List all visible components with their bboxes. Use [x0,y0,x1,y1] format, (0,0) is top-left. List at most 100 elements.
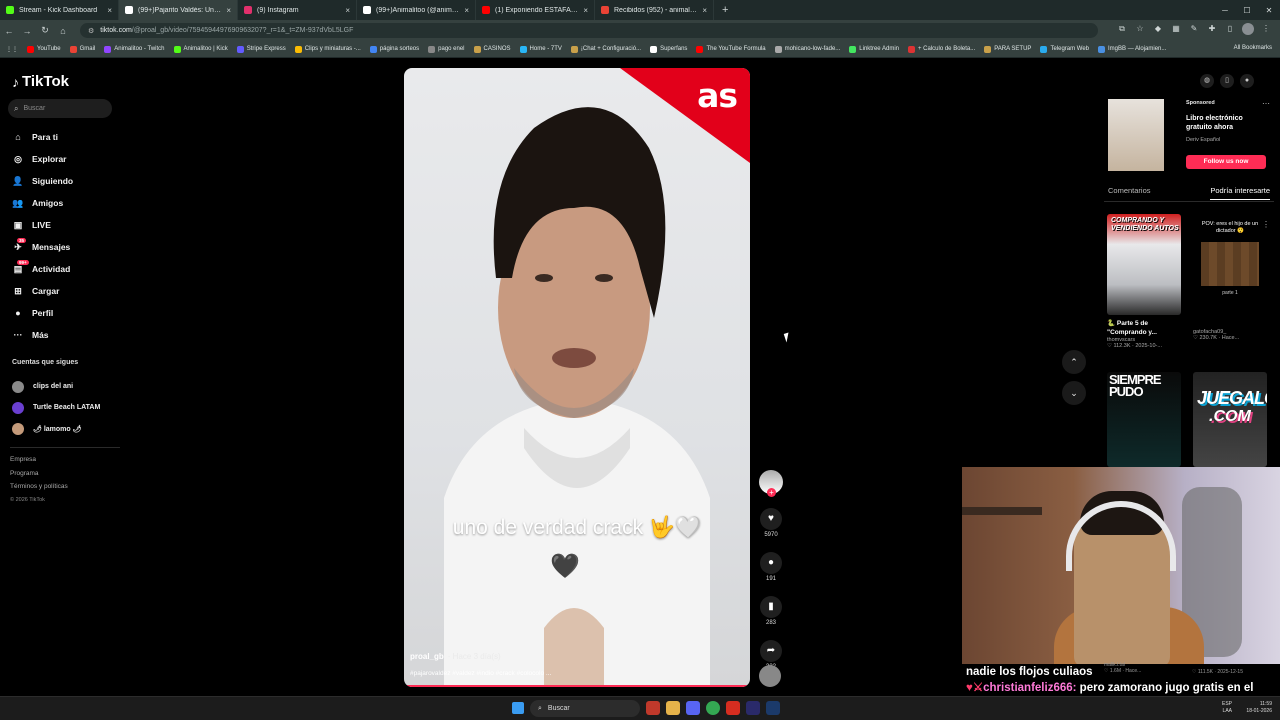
sidebar-item-amigos[interactable]: 👥 Amigos [12,192,73,214]
ad-title[interactable]: Libro electrónico gratuito ahora [1186,114,1266,132]
bookmark-item[interactable]: The YouTube Formula [696,45,766,53]
reload-icon[interactable]: ↻ [36,25,54,36]
all-bookmarks[interactable]: All Bookmarks [1234,45,1272,51]
sidebar-item-actividad[interactable]: ▤ Actividad 99+ [12,258,73,280]
sidebar-item-para-ti[interactable]: ⌂ Para ti [12,126,73,148]
sidebar-item-perfil[interactable]: ● Perfil [12,302,73,324]
next-video-button[interactable]: ⌄ [1062,381,1086,405]
extension-icon[interactable]: ▦ [1170,23,1182,35]
tab-close-icon[interactable]: × [107,6,112,15]
creator-avatar[interactable]: + [759,470,783,497]
bookmark-item[interactable]: pago enel [428,45,465,53]
browser-tab[interactable]: Recibidos (952) - animalitoo.s... × [595,0,714,20]
sidebar-item-explorar[interactable]: ◎ Explorar [12,148,73,170]
discord-icon[interactable] [686,701,700,715]
card-thumbnail[interactable]: JUEGALO .COM [1193,372,1267,467]
video-player[interactable]: as uno de verdad crack 🤟🤍 🖤 proal_gb · Ha… [404,68,750,687]
sidebar-item-cargar[interactable]: ⊞ Cargar [12,280,73,302]
footer-link-empresa[interactable]: Empresa [10,453,68,467]
forward-icon[interactable]: → [18,26,36,36]
profile-avatar[interactable] [1242,23,1254,35]
bookmark-item[interactable]: mohicano-low-fade... [774,45,840,53]
install-icon[interactable]: ⧉ [1116,23,1128,35]
search-input[interactable]: ⌕ Buscar [8,99,112,118]
home-icon[interactable]: ⌂ [54,26,72,36]
bookmark-star-icon[interactable]: ☆ [1134,23,1146,35]
menu-icon[interactable]: ⋮ [1260,23,1272,35]
tiktok-logo[interactable]: ♪ TikTok [12,73,69,90]
chrome-icon[interactable] [706,701,720,715]
prev-video-button[interactable]: ⌃ [1062,350,1086,374]
suggested-video-card[interactable]: JUEGALO .COM [1193,372,1267,467]
sidebar-item-m-s[interactable]: ··· Más [12,324,73,346]
close-window-icon[interactable]: ✕ [1258,6,1280,15]
tab-close-icon[interactable]: × [464,6,469,15]
extensions-puzzle-icon[interactable]: ✚ [1206,23,1218,35]
follow-plus-icon[interactable]: + [767,488,776,497]
browser-tab[interactable]: (9) Instagram × [238,0,357,20]
following-item[interactable]: 🌶 lamomo 🌶 [12,418,100,439]
user-avatar[interactable]: ● [1240,74,1254,88]
bookmark-item[interactable]: página sorteos [369,45,419,53]
taskbar-search[interactable]: ⌕ Buscar [530,700,640,717]
bookmark-item[interactable]: Gmail [69,45,95,53]
following-item[interactable]: clips del ani [12,376,100,397]
app-icon[interactable] [726,701,740,715]
tab-comentarios[interactable]: Comentarios [1108,186,1151,200]
coins-icon[interactable]: ◍ [1200,74,1214,88]
bookmark-item[interactable]: PARA SETUP [984,45,1031,53]
bookmark-item[interactable]: Telegram Web [1040,45,1089,53]
more-options-icon[interactable]: ⋯ [1262,99,1270,108]
bookmark-item[interactable]: Home - 7TV [519,45,562,53]
bookmark-item[interactable]: CASINOS [473,45,511,53]
sidebar-item-mensajes[interactable]: ✈ Mensajes 35 [12,236,73,258]
minimize-icon[interactable]: ─ [1214,6,1236,15]
system-tray[interactable]: ESP LAA [1222,701,1232,715]
like-button[interactable]: ♥ 5970 [759,508,783,538]
suggested-video-card[interactable]: POV: eres el hijo de un dictador 😲 parte… [1193,214,1267,341]
bookmark-item[interactable]: ¡Chat + Configuració... [570,45,641,53]
card-thumbnail[interactable]: COMPRANDO Y VENDIENDO AUTOS [1107,214,1181,315]
new-tab-button[interactable]: + [714,4,736,16]
site-info-icon[interactable]: ⚙ [88,27,94,35]
bookmark-item[interactable]: Stripe Express [236,45,286,53]
card-thumbnail[interactable]: SIEMPRE PUDO [1107,372,1181,467]
premiere-icon[interactable] [746,701,760,715]
extension-icon[interactable]: ✎ [1188,23,1200,35]
bookmark-item[interactable]: + Calculo de Boleta... [908,45,975,53]
bookmark-item[interactable]: YouTube [27,45,61,53]
sidebar-item-siguiendo[interactable]: 👤 Siguiendo [12,170,73,192]
back-icon[interactable]: ← [0,26,18,36]
extension-icon[interactable]: ◆ [1152,23,1164,35]
apps-icon[interactable]: ⋮⋮ [6,46,18,53]
maximize-icon[interactable]: ☐ [1236,6,1258,15]
video-progress-bar[interactable] [404,685,750,687]
footer-link-programa[interactable]: Programa [10,467,68,481]
tab-close-icon[interactable]: × [345,6,350,15]
following-item[interactable]: Turtle Beach LATAM [12,397,100,418]
save-button[interactable]: ▮ 283 [759,596,783,626]
bookmark-item[interactable]: Linktree Admin [849,45,899,53]
author-name[interactable]: proal_gb [410,652,444,661]
side-panel-icon[interactable]: ▯ [1224,23,1236,35]
browser-tab[interactable]: Stream - Kick Dashboard × [0,0,119,20]
suggested-video-card[interactable]: COMPRANDO Y VENDIENDO AUTOS 🐍 Parte 5 de… [1107,214,1181,349]
tv-icon[interactable]: ▯ [1220,74,1234,88]
clock[interactable]: 11:59 18-01-2026 [1246,701,1272,715]
tab-close-icon[interactable]: × [583,6,588,15]
bookmark-item[interactable]: ImgBB — Alojamien... [1098,45,1166,53]
bookmark-item[interactable]: Clips y miniaturas -... [294,45,361,53]
video-hashtags[interactable]: #pajarovaldez #valdez #indio #crack #col… [410,670,551,677]
bookmark-item[interactable]: Animalitoo - Twitch [104,45,165,53]
bookmark-item[interactable]: Superfans [650,45,687,53]
browser-tab[interactable]: (99+)Pajarito Valdés: Un C... × [119,0,238,20]
bookmark-item[interactable]: Animalitoo | Kick [173,45,228,53]
suggested-video-card[interactable]: SIEMPRE PUDO [1107,372,1181,467]
photoshop-icon[interactable] [766,701,780,715]
video-author[interactable]: proal_gb · Hace 3 día(s) [410,652,501,661]
music-disc[interactable] [759,665,781,687]
browser-tab[interactable]: (99+)Animalitoo (@animalitoo... × [357,0,476,20]
tab-podria-interesarte[interactable]: Podría interesarte [1210,186,1270,200]
card-more-icon[interactable]: ⋮ [1262,214,1272,232]
address-bar[interactable]: ⚙ tiktok.com/@proal_gb/video/75945944976… [80,23,1098,38]
